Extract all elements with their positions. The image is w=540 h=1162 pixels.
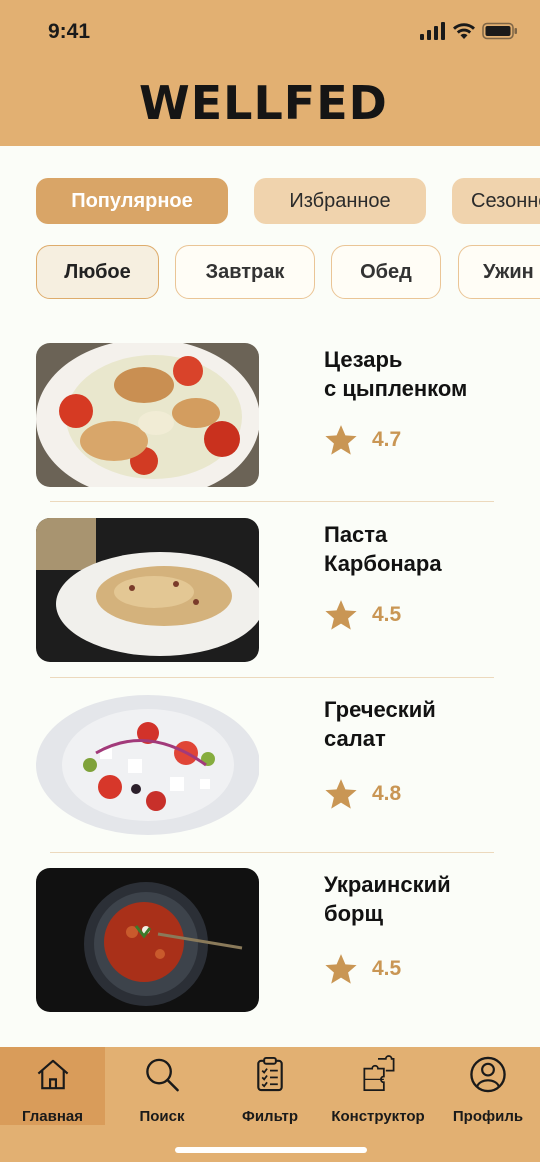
chip-favorites[interactable]: Избранное [254,178,426,224]
clipboard-icon [257,1056,283,1092]
tab-label: Профиль [452,1108,524,1125]
dish-card-greek-salad[interactable]: Греческий салат 4.8 [36,693,506,838]
caesar-salad-photo[interactable] [36,343,259,487]
dish-rating: 4.7 [324,423,401,457]
rating-value: 4.8 [372,782,402,805]
tab-label: Фильтр [242,1108,298,1125]
chip-lunch[interactable]: Обед [331,245,441,299]
tab-filter[interactable]: Фильтр [218,1047,322,1125]
tab-search[interactable]: Поиск [110,1047,214,1125]
home-icon [37,1059,68,1090]
profile-icon [470,1056,506,1093]
dish-rating: 4.5 [324,598,401,632]
dish-name: Цезарь с цыпленком [324,345,514,403]
chip-popular[interactable]: Популярное [36,178,228,224]
chip-seasonal[interactable]: Сезонное [452,178,540,224]
chip-dinner[interactable]: Ужин [458,245,540,299]
star-icon [325,954,357,984]
meal-chip-row: Любое Завтрак Обед Ужин [0,244,540,304]
pasta-carbonara-photo[interactable] [36,518,259,662]
cellular-signal-icon [420,22,445,40]
borscht-photo[interactable] [36,868,259,1012]
chip-any[interactable]: Любое [36,245,159,299]
dish-name: Украинский борщ [324,870,514,928]
tab-label: Конструктор [331,1108,425,1125]
greek-salad-photo[interactable] [36,693,259,837]
puzzle-icon [363,1055,395,1091]
app-header: 9:41 WELLFED [0,0,540,146]
dish-name-line1: Цезарь [324,347,403,372]
star-icon [325,425,357,455]
chip-breakfast[interactable]: Завтрак [175,245,315,299]
dish-card-carbonara[interactable]: Паста Карбонара 4.5 [36,518,506,663]
divider [50,501,494,502]
dish-name-line2: борщ [324,901,384,926]
star-icon [325,779,357,809]
dish-name-line1: Греческий [324,697,436,722]
star-icon [325,600,357,630]
dish-name: Паста Карбонара [324,520,514,578]
dish-name-line2: салат [324,726,386,751]
dish-rating: 4.8 [324,777,401,811]
divider [50,852,494,853]
divider [50,677,494,678]
home-indicator[interactable] [175,1147,367,1153]
rating-value: 4.5 [372,603,402,626]
dish-rating: 4.5 [324,952,401,986]
brand-logo-text: WELLFED [139,76,388,130]
sort-chip-row: Популярное Избранное Сезонное [0,178,540,238]
dish-name-line2: с цыпленком [324,376,468,401]
tab-constructor[interactable]: Конструктор [324,1047,432,1125]
status-time: 9:41 [48,20,91,43]
tab-label: Главная [21,1108,83,1125]
dish-name-line2: Карбонара [324,551,442,576]
wifi-icon [453,23,475,39]
tab-home[interactable]: Главная [0,1047,105,1125]
dish-name-line1: Украинский [324,872,451,897]
rating-value: 4.7 [372,428,402,451]
dish-name-line1: Паста [324,522,388,547]
search-icon [146,1058,179,1092]
dish-card-caesar[interactable]: Цезарь с цыпленком 4.7 [36,343,506,488]
dish-card-borscht[interactable]: Украинский борщ 4.5 [36,868,506,1013]
dish-name: Греческий салат [324,695,514,753]
battery-icon [482,22,517,40]
bottom-tab-bar: Главная Поиск Фильтр Конструктор Профиль [0,1047,540,1162]
tab-label: Поиск [139,1108,185,1125]
rating-value: 4.5 [372,957,402,980]
status-icons [420,22,518,40]
tab-profile[interactable]: Профиль [436,1047,540,1125]
